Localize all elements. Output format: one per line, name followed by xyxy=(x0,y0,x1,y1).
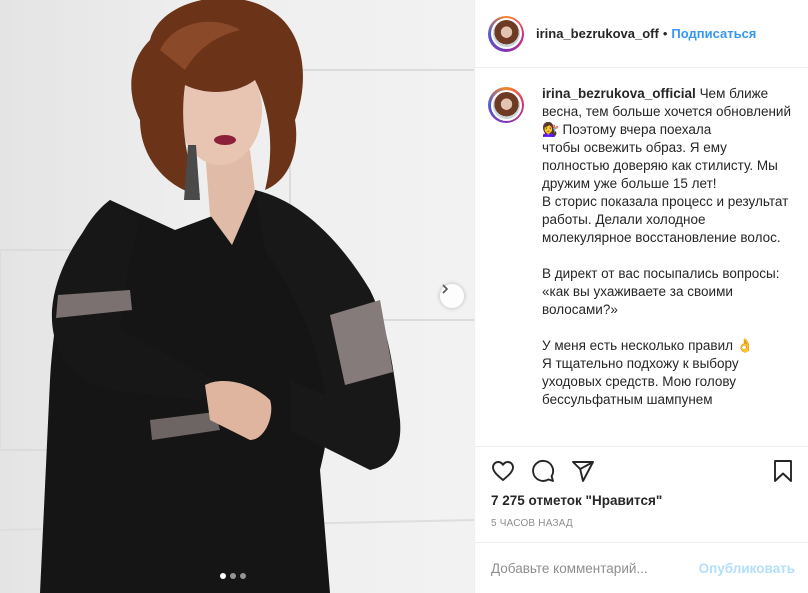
comment-icon[interactable] xyxy=(531,459,555,483)
avatar[interactable] xyxy=(488,15,524,52)
share-icon[interactable] xyxy=(571,459,595,483)
post-header: irina_bezrukova_off • Подписаться xyxy=(475,0,808,68)
likes-count[interactable]: 7 275 отметок "Нравится" xyxy=(491,493,662,508)
bookmark-icon[interactable] xyxy=(771,459,795,483)
caption-text: Чем ближе весна, тем больше хочется обно… xyxy=(542,86,791,407)
carousel-dot-active xyxy=(220,573,226,579)
avatar-image xyxy=(492,91,520,119)
comment-bar: Опубликовать xyxy=(475,542,808,593)
carousel-dot xyxy=(230,573,236,579)
avatar-image xyxy=(492,20,520,47)
action-icons xyxy=(491,459,595,483)
photo-illustration xyxy=(0,0,474,593)
comment-input[interactable] xyxy=(491,561,699,576)
carousel-next-button[interactable] xyxy=(440,284,464,308)
caption-avatar[interactable] xyxy=(488,87,524,123)
caption: irina_bezrukova_official Чем ближе весна… xyxy=(542,85,795,446)
follow-button[interactable]: Подписаться xyxy=(671,26,756,41)
header-username[interactable]: irina_bezrukova_off xyxy=(536,26,659,41)
post-photo[interactable] xyxy=(0,0,474,593)
post-sidebar: irina_bezrukova_off • Подписаться irina_… xyxy=(474,0,808,593)
header-separator: • xyxy=(662,26,668,41)
carousel-indicator xyxy=(220,573,246,579)
caption-area: irina_bezrukova_official Чем ближе весна… xyxy=(475,69,808,446)
post-timestamp[interactable]: 5 ЧАСОВ НАЗАД xyxy=(491,518,573,529)
caption-username[interactable]: irina_bezrukova_official xyxy=(542,86,696,101)
post-actions: 7 275 отметок "Нравится" 5 ЧАСОВ НАЗАД О… xyxy=(475,446,808,593)
chevron-right-icon xyxy=(442,284,449,294)
publish-button[interactable]: Опубликовать xyxy=(699,561,795,576)
carousel-dot xyxy=(240,573,246,579)
heart-icon[interactable] xyxy=(491,459,515,483)
